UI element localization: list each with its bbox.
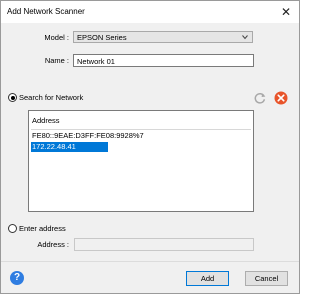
list-header-divider bbox=[31, 129, 251, 130]
address-label: Address : bbox=[37, 240, 69, 249]
cancel-icon[interactable] bbox=[274, 91, 288, 105]
list-item-selected[interactable]: 172.22.48.41 bbox=[31, 142, 108, 152]
enter-address-label[interactable]: Enter address bbox=[19, 223, 66, 234]
title-bar: Add Network Scanner ✕ bbox=[1, 1, 299, 23]
help-icon[interactable]: ? bbox=[10, 271, 24, 285]
add-button[interactable]: Add bbox=[186, 271, 229, 286]
list-item[interactable]: FE80::9EAE:D3FF:FE08:9928%7 bbox=[31, 131, 144, 141]
model-select[interactable]: EPSON Series bbox=[73, 31, 253, 43]
search-for-network-label[interactable]: Search for Network bbox=[19, 92, 83, 103]
model-label: Model : bbox=[44, 33, 69, 42]
search-for-network-radio[interactable] bbox=[8, 93, 17, 102]
radio-selected-dot bbox=[10, 95, 15, 100]
cancel-button[interactable]: Cancel bbox=[245, 271, 288, 286]
address-column-header: Address bbox=[32, 116, 60, 125]
name-value: Network 01 bbox=[77, 57, 115, 66]
close-icon[interactable]: ✕ bbox=[278, 4, 294, 20]
chevron-down-icon bbox=[241, 32, 249, 42]
address-list[interactable]: Address FE80::9EAE:D3FF:FE08:9928%7 172.… bbox=[28, 110, 254, 212]
add-network-scanner-dialog: Add Network Scanner ✕ Model : EPSON Seri… bbox=[0, 0, 300, 294]
footer-divider bbox=[1, 261, 299, 262]
model-value: EPSON Series bbox=[77, 33, 127, 42]
refresh-icon[interactable] bbox=[253, 91, 267, 105]
address-field[interactable] bbox=[74, 238, 254, 251]
name-field[interactable]: Network 01 bbox=[73, 54, 254, 67]
dialog-title: Add Network Scanner bbox=[7, 7, 85, 16]
enter-address-radio[interactable] bbox=[8, 224, 17, 233]
name-label: Name : bbox=[44, 56, 69, 65]
